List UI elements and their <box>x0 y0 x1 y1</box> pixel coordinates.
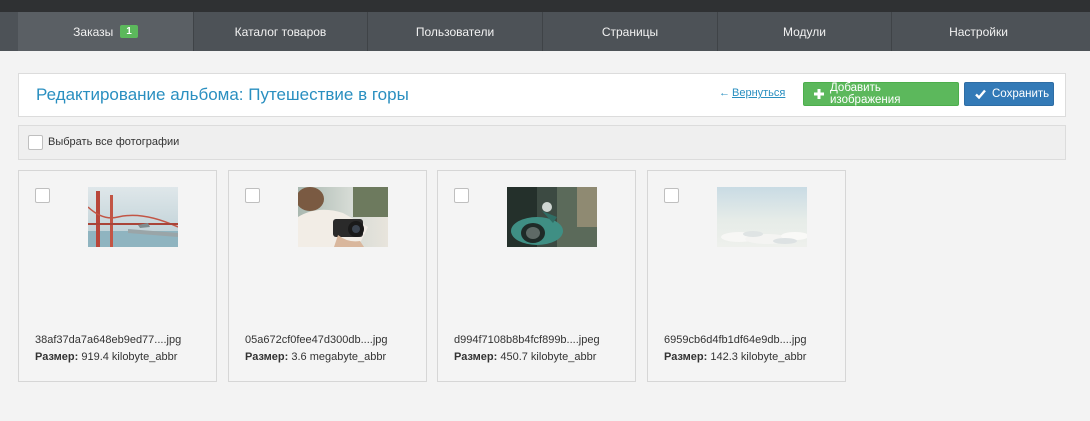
select-all-bar: Выбрать все фотографии <box>18 125 1066 160</box>
top-strip <box>0 0 1090 12</box>
photo-card: 6959cb6d4fb1df64e9db....jpg Размер: 142.… <box>647 170 846 382</box>
photo-thumbnail-scooter[interactable] <box>507 187 597 247</box>
back-link-label: Вернуться <box>732 87 786 99</box>
photo-checkbox[interactable] <box>35 188 50 203</box>
photo-checkbox[interactable] <box>454 188 469 203</box>
save-label: Сохранить <box>992 88 1050 100</box>
size-value: 919.4 kilobyte_abbr <box>81 351 178 363</box>
size-label: Размер: <box>664 351 708 363</box>
photo-size: Размер: 450.7 kilobyte_abbr <box>454 351 596 363</box>
select-all-label: Выбрать все фотографии <box>48 136 180 148</box>
photo-thumbnail-golden-gate[interactable] <box>88 187 178 247</box>
album-header: Редактирование альбома: Путешествие в го… <box>18 73 1066 117</box>
plus-icon <box>814 87 824 102</box>
photo-card: 38af37da7a648eb9ed77....jpg Размер: 919.… <box>18 170 217 382</box>
photo-filename: d994f7108b8b4fcf899b....jpeg <box>454 334 600 346</box>
page-title: Редактирование альбома: Путешествие в го… <box>36 85 409 104</box>
size-value: 142.3 kilobyte_abbr <box>710 351 807 363</box>
size-label: Размер: <box>35 351 79 363</box>
photo-size: Размер: 142.3 kilobyte_abbr <box>664 351 806 363</box>
left-arrow-icon: ← <box>719 87 730 99</box>
photo-filename: 05a672cf0fee47d300db....jpg <box>245 334 388 346</box>
main-nav: Заказы 1 Каталог товаров Пользователи Ст… <box>0 12 1090 51</box>
add-images-button[interactable]: Добавить изображения <box>803 82 959 106</box>
photo-size: Размер: 3.6 megabyte_abbr <box>245 351 386 363</box>
nav-item-label: Модули <box>783 24 826 39</box>
photo-card: d994f7108b8b4fcf899b....jpeg Размер: 450… <box>437 170 636 382</box>
photo-size: Размер: 919.4 kilobyte_abbr <box>35 351 177 363</box>
photo-filename: 38af37da7a648eb9ed77....jpg <box>35 334 182 346</box>
nav-item-pages[interactable]: Страницы <box>542 12 717 51</box>
nav-item-label: Пользователи <box>415 24 495 39</box>
nav-item-settings[interactable]: Настройки <box>891 12 1065 51</box>
check-icon <box>975 87 986 102</box>
nav-item-label: Настройки <box>949 24 1008 39</box>
size-label: Размер: <box>454 351 498 363</box>
nav-item-catalog[interactable]: Каталог товаров <box>193 12 367 51</box>
size-value: 450.7 kilobyte_abbr <box>500 351 597 363</box>
nav-item-users[interactable]: Пользователи <box>367 12 542 51</box>
nav-item-label: Страницы <box>601 24 659 39</box>
photo-thumbnail-camera[interactable] <box>298 187 388 247</box>
photo-checkbox[interactable] <box>245 188 260 203</box>
nav-item-label: Заказы <box>73 24 114 39</box>
nav-item-orders[interactable]: Заказы 1 <box>18 12 193 51</box>
photo-thumbnail-clouds[interactable] <box>717 187 807 247</box>
photo-card: 05a672cf0fee47d300db....jpg Размер: 3.6 … <box>228 170 427 382</box>
orders-count-badge: 1 <box>120 25 138 38</box>
size-value: 3.6 megabyte_abbr <box>291 351 387 363</box>
photo-filename: 6959cb6d4fb1df64e9db....jpg <box>664 334 807 346</box>
nav-item-label: Каталог товаров <box>234 24 327 39</box>
select-all-checkbox[interactable] <box>28 135 43 150</box>
add-images-label: Добавить изображения <box>830 82 901 106</box>
save-button[interactable]: Сохранить <box>964 82 1054 106</box>
back-link[interactable]: ← Вернуться <box>719 87 785 99</box>
size-label: Размер: <box>245 351 289 363</box>
photo-checkbox[interactable] <box>664 188 679 203</box>
nav-item-modules[interactable]: Модули <box>717 12 891 51</box>
